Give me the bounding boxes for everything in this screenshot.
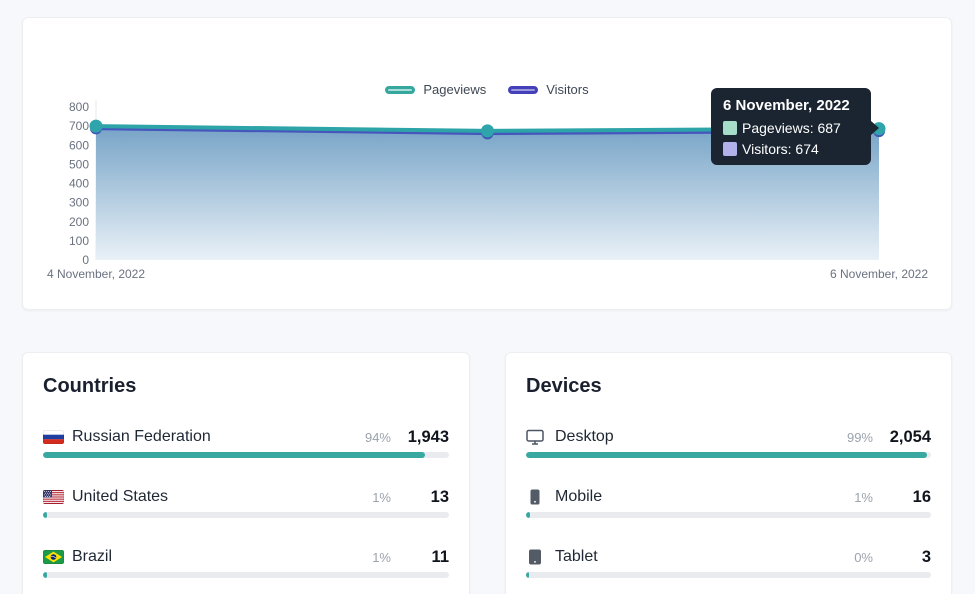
device-bar-track bbox=[526, 572, 931, 578]
device-label: Tablet bbox=[555, 548, 854, 566]
device-percent: 99% bbox=[847, 430, 873, 445]
device-bar-track bbox=[526, 452, 931, 458]
country-percent: 1% bbox=[372, 490, 391, 505]
device-percent: 1% bbox=[854, 490, 873, 505]
country-bar-fill bbox=[43, 572, 47, 578]
device-percent: 0% bbox=[854, 550, 873, 565]
legend-item-visitors[interactable]: Visitors bbox=[508, 82, 588, 97]
device-bar-track bbox=[526, 512, 931, 518]
country-value: 1,943 bbox=[403, 428, 449, 447]
country-label: United States bbox=[72, 488, 372, 506]
x-axis-label-end: 6 November, 2022 bbox=[830, 267, 928, 281]
tooltip-pageviews-row: Pageviews: 687 bbox=[723, 120, 859, 136]
pageviews-legend-swatch-icon bbox=[385, 86, 415, 94]
tooltip-pageviews-text: Pageviews: 687 bbox=[742, 120, 841, 136]
brazil-flag-icon bbox=[43, 550, 65, 564]
tooltip-visitors-swatch-icon bbox=[723, 142, 737, 156]
legend-label-visitors: Visitors bbox=[546, 82, 588, 97]
y-axis-tick: 0 bbox=[82, 253, 89, 267]
country-bar-track bbox=[43, 572, 449, 578]
pageviews-data-point[interactable] bbox=[90, 120, 103, 133]
country-bar-fill bbox=[43, 452, 425, 458]
device-bar-fill bbox=[526, 512, 530, 518]
device-value: 16 bbox=[885, 488, 931, 507]
device-bar-fill bbox=[526, 572, 529, 578]
russia-flag-icon bbox=[43, 430, 65, 444]
country-value: 11 bbox=[403, 548, 449, 567]
country-percent: 1% bbox=[372, 550, 391, 565]
y-axis-tick: 400 bbox=[69, 177, 89, 191]
country-row-united-states[interactable]: United States 1% 13 bbox=[43, 487, 449, 518]
device-row-mobile[interactable]: Mobile 1% 16 bbox=[526, 487, 931, 518]
country-bar-track bbox=[43, 512, 449, 518]
device-label: Desktop bbox=[555, 428, 847, 446]
y-axis-tick: 100 bbox=[69, 234, 89, 248]
country-bar-fill bbox=[43, 512, 47, 518]
visitors-legend-swatch-icon bbox=[508, 86, 538, 94]
legend-item-pageviews[interactable]: Pageviews bbox=[385, 82, 486, 97]
country-row-russian-federation[interactable]: Russian Federation 94% 1,943 bbox=[43, 427, 449, 458]
y-axis-tick: 600 bbox=[69, 138, 89, 152]
device-row-tablet[interactable]: Tablet 0% 3 bbox=[526, 547, 931, 578]
chart-tooltip: 6 November, 2022 Pageviews: 687 Visitors… bbox=[711, 88, 871, 165]
legend-label-pageviews: Pageviews bbox=[423, 82, 486, 97]
device-row-desktop[interactable]: Desktop 99% 2,054 bbox=[526, 427, 931, 458]
us-flag-icon bbox=[43, 490, 65, 504]
device-bar-fill bbox=[526, 452, 927, 458]
devices-card: Devices Desktop 99% 2,054 bbox=[505, 352, 952, 594]
y-axis-tick: 800 bbox=[69, 100, 89, 114]
tablet-icon bbox=[526, 549, 548, 565]
country-value: 13 bbox=[403, 488, 449, 507]
countries-title: Countries bbox=[43, 375, 449, 397]
y-axis-tick: 500 bbox=[69, 157, 89, 171]
y-axis-tick: 200 bbox=[69, 215, 89, 229]
device-label: Mobile bbox=[555, 488, 854, 506]
desktop-icon bbox=[526, 429, 548, 445]
countries-card: Countries Russian Federation 94% 1,943 bbox=[22, 352, 470, 594]
tooltip-visitors-row: Visitors: 674 bbox=[723, 141, 859, 157]
tooltip-visitors-text: Visitors: 674 bbox=[742, 141, 819, 157]
device-value: 3 bbox=[885, 548, 931, 567]
devices-title: Devices bbox=[526, 375, 931, 397]
country-label: Brazil bbox=[72, 548, 372, 566]
device-value: 2,054 bbox=[885, 428, 931, 447]
country-percent: 94% bbox=[365, 430, 391, 445]
mobile-icon bbox=[526, 489, 548, 505]
y-axis-tick: 300 bbox=[69, 196, 89, 210]
country-row-brazil[interactable]: Brazil 1% 11 bbox=[43, 547, 449, 578]
y-axis-tick: 700 bbox=[69, 119, 89, 133]
tooltip-pageviews-swatch-icon bbox=[723, 121, 737, 135]
tooltip-date: 6 November, 2022 bbox=[723, 97, 859, 114]
country-label: Russian Federation bbox=[72, 428, 365, 446]
pageviews-data-point[interactable] bbox=[481, 124, 494, 137]
traffic-chart-card: Pageviews Visitors 800 700 600 500 400 300 200… bbox=[22, 17, 952, 310]
country-bar-track bbox=[43, 452, 449, 458]
x-axis-label-start: 4 November, 2022 bbox=[47, 267, 145, 281]
